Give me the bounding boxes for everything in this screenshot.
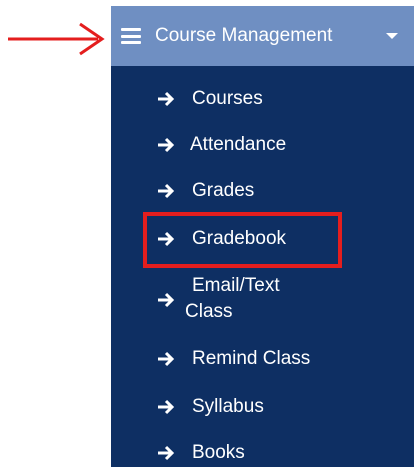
arrow-right-icon <box>158 91 175 107</box>
arrow-right-icon <box>158 183 175 199</box>
menu-item-books[interactable]: Books <box>111 440 414 467</box>
hamburger-icon <box>121 28 141 44</box>
menu-item-email-text-class[interactable]: Email/Text Class <box>111 274 414 328</box>
menu-item-label: Gradebook <box>192 228 287 249</box>
course-management-menu: Course Management Courses Attendance Gra… <box>111 6 414 467</box>
menu-item-grades[interactable]: Grades <box>111 178 414 208</box>
menu-item-label: Grades <box>192 180 255 201</box>
caret-down-icon <box>386 33 398 39</box>
menu-item-gradebook[interactable]: Gradebook <box>111 226 414 256</box>
annotation-pointer-arrow-icon <box>8 22 105 56</box>
menu-item-label-line2: Class <box>185 301 233 322</box>
menu-item-label: Attendance <box>190 134 287 155</box>
arrow-right-icon <box>158 399 175 415</box>
menu-item-remind-class[interactable]: Remind Class <box>111 346 414 376</box>
arrow-right-icon <box>158 137 175 153</box>
menu-item-syllabus[interactable]: Syllabus <box>111 394 414 424</box>
menu-item-label-line1: Email/Text <box>192 275 280 296</box>
menu-item-label: Remind Class <box>192 348 311 369</box>
arrow-right-icon <box>158 351 175 367</box>
menu-item-label: Courses <box>192 88 263 109</box>
screenshot-stage: Course Management Courses Attendance Gra… <box>0 0 414 467</box>
arrow-right-icon <box>158 231 175 247</box>
arrow-right-icon <box>158 445 175 461</box>
menu-item-courses[interactable]: Courses <box>111 86 414 116</box>
arrow-right-icon <box>158 292 175 308</box>
menu-item-attendance[interactable]: Attendance <box>111 132 414 162</box>
menu-item-label: Books <box>192 442 245 463</box>
course-management-header[interactable]: Course Management <box>111 6 414 66</box>
menu-item-label: Syllabus <box>192 396 264 417</box>
menu-header-title: Course Management <box>155 25 333 46</box>
